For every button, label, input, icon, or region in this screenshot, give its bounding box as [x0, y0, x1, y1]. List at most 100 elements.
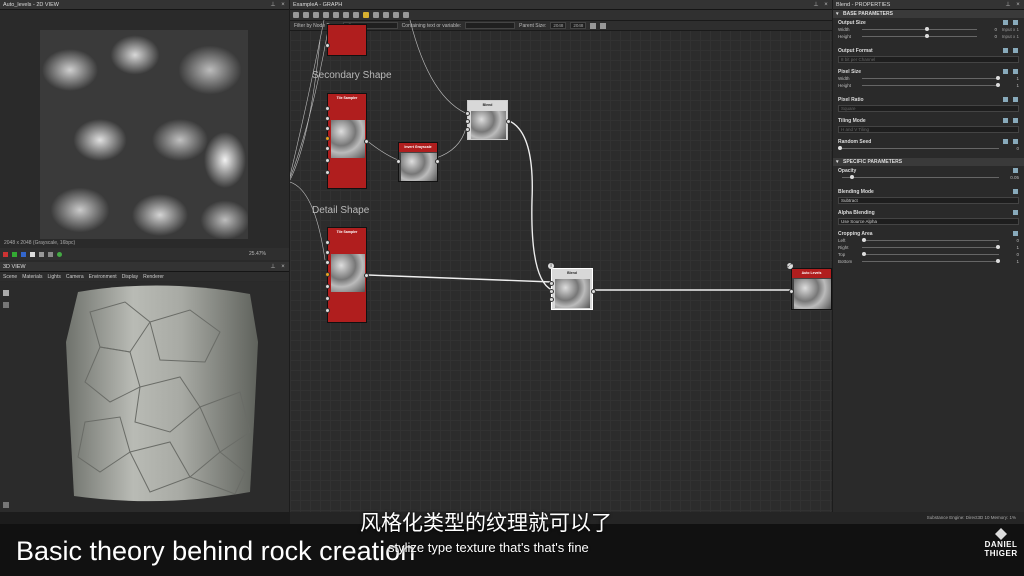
- link-icon[interactable]: [1003, 69, 1008, 74]
- opacity-value[interactable]: 0.05: [1005, 175, 1019, 180]
- tile-icon[interactable]: [48, 251, 53, 257]
- opacity-slider[interactable]: [842, 175, 999, 179]
- crop-right-value[interactable]: 1: [1005, 245, 1019, 250]
- node-input-port[interactable]: [549, 281, 554, 286]
- node-output-port[interactable]: [435, 159, 440, 164]
- tiling-mode-select[interactable]: H and V Tiling: [838, 126, 1019, 133]
- width-slider[interactable]: [862, 27, 977, 31]
- light-icon[interactable]: [3, 302, 9, 308]
- node-input-port[interactable]: [465, 119, 470, 124]
- node-input-port[interactable]: [325, 308, 330, 313]
- node-input-port[interactable]: [325, 146, 330, 151]
- pin-icon[interactable]: ⊥: [270, 2, 276, 8]
- expose-icon[interactable]: [1013, 139, 1018, 144]
- node-input-port[interactable]: [325, 116, 330, 121]
- crop-left-value[interactable]: 0: [1005, 238, 1019, 243]
- node-input-port[interactable]: [325, 43, 330, 48]
- node-tile-sampler-2[interactable]: Tile Sampler: [325, 227, 369, 323]
- zoom-level[interactable]: 25.47%: [249, 251, 266, 257]
- node-input-port[interactable]: [325, 136, 330, 141]
- node-input-port[interactable]: [325, 260, 330, 265]
- height-slider[interactable]: [862, 34, 977, 38]
- node-input-port[interactable]: [325, 158, 330, 163]
- node-input-port[interactable]: [789, 289, 794, 294]
- channel-red-icon[interactable]: [3, 251, 8, 257]
- expose-icon[interactable]: [1013, 48, 1018, 53]
- frame-detail-shape[interactable]: Detail Shape: [312, 205, 369, 216]
- link-icon[interactable]: [1003, 97, 1008, 102]
- close-icon[interactable]: ×: [280, 2, 286, 8]
- crop-bottom-value[interactable]: 1: [1005, 259, 1019, 264]
- node-input-port[interactable]: [325, 272, 330, 277]
- pin-icon[interactable]: ⊥: [270, 264, 276, 270]
- pixel-width-value[interactable]: 1: [1005, 76, 1019, 81]
- menu-renderer[interactable]: Renderer: [143, 274, 164, 280]
- expose-icon[interactable]: [1013, 210, 1018, 215]
- node-input-port[interactable]: [325, 170, 330, 175]
- node-blend-1[interactable]: Blend: [465, 100, 511, 140]
- camera-icon[interactable]: [3, 290, 9, 296]
- node-input-port[interactable]: [325, 250, 330, 255]
- node-input-port[interactable]: [325, 106, 330, 111]
- alpha-blending-select[interactable]: Use Source Alpha: [838, 218, 1019, 225]
- channel-blue-icon[interactable]: [21, 251, 26, 257]
- node-input-port[interactable]: [465, 127, 470, 132]
- base-parameters-header[interactable]: BASE PARAMETERS: [833, 10, 1024, 18]
- node-input-port[interactable]: [465, 111, 470, 116]
- node-blend-2[interactable]: Blend: [549, 268, 596, 310]
- width-relative[interactable]: Input x 1: [997, 27, 1019, 32]
- menu-materials[interactable]: Materials: [22, 274, 42, 280]
- grid-icon[interactable]: [39, 251, 44, 257]
- crop-top-slider[interactable]: [862, 252, 999, 256]
- node-input-port[interactable]: [396, 159, 401, 164]
- node-tile-sampler-top[interactable]: [325, 24, 367, 56]
- expose-icon[interactable]: [1013, 20, 1018, 25]
- expose-icon[interactable]: [1013, 118, 1018, 123]
- width-value[interactable]: 0: [983, 27, 997, 32]
- channel-green-icon[interactable]: [12, 251, 17, 257]
- menu-lights[interactable]: Lights: [47, 274, 60, 280]
- pixel-ratio-select[interactable]: Square: [838, 105, 1019, 112]
- frame-secondary-shape[interactable]: Secondary Shape: [312, 70, 392, 81]
- expose-icon[interactable]: [1013, 69, 1018, 74]
- pixel-width-slider[interactable]: [862, 76, 1001, 80]
- height-relative[interactable]: Input x 1: [997, 34, 1019, 39]
- pixel-height-slider[interactable]: [862, 83, 1001, 87]
- close-icon[interactable]: ×: [280, 264, 286, 270]
- settings-icon[interactable]: [3, 502, 9, 508]
- link-icon[interactable]: [1003, 48, 1008, 53]
- close-icon[interactable]: ×: [1015, 2, 1021, 8]
- expose-icon[interactable]: [1013, 189, 1018, 194]
- random-seed-value[interactable]: 0: [1005, 146, 1019, 151]
- node-auto-levels[interactable]: Auto Levels: [789, 268, 832, 310]
- menu-environment[interactable]: Environment: [89, 274, 117, 280]
- menu-display[interactable]: Display: [122, 274, 138, 280]
- node-output-port[interactable]: [591, 289, 596, 294]
- height-value[interactable]: 0: [983, 34, 997, 39]
- link-icon[interactable]: [1003, 20, 1008, 25]
- node-input-port[interactable]: [325, 284, 330, 289]
- expose-icon[interactable]: [1013, 97, 1018, 102]
- link-icon[interactable]: [1003, 118, 1008, 123]
- menu-camera[interactable]: Camera: [66, 274, 84, 280]
- pixel-height-value[interactable]: 1: [1005, 83, 1019, 88]
- specific-parameters-header[interactable]: SPECIFIC PARAMETERS: [833, 158, 1024, 166]
- node-input-port[interactable]: [549, 289, 554, 294]
- link-icon[interactable]: [1003, 139, 1008, 144]
- node-output-port[interactable]: [506, 119, 511, 124]
- channel-alpha-icon[interactable]: [30, 251, 35, 257]
- crop-bottom-slider[interactable]: [862, 259, 1001, 263]
- crop-right-slider[interactable]: [862, 245, 1001, 249]
- blending-mode-select[interactable]: Subtract: [838, 197, 1019, 204]
- node-invert-grayscale[interactable]: Invert Grayscale: [396, 142, 440, 182]
- expose-icon[interactable]: [1013, 168, 1018, 173]
- expose-icon[interactable]: [1013, 231, 1018, 236]
- node-output-port[interactable]: [364, 273, 369, 278]
- 3d-viewport[interactable]: [0, 282, 289, 512]
- crop-left-slider[interactable]: [862, 238, 999, 242]
- node-input-port[interactable]: [325, 126, 330, 131]
- node-output-port[interactable]: [364, 139, 369, 144]
- node-tile-sampler-1[interactable]: Tile Sampler: [325, 93, 369, 189]
- random-seed-slider[interactable]: [838, 146, 999, 150]
- texture-preview-canvas[interactable]: [40, 30, 248, 239]
